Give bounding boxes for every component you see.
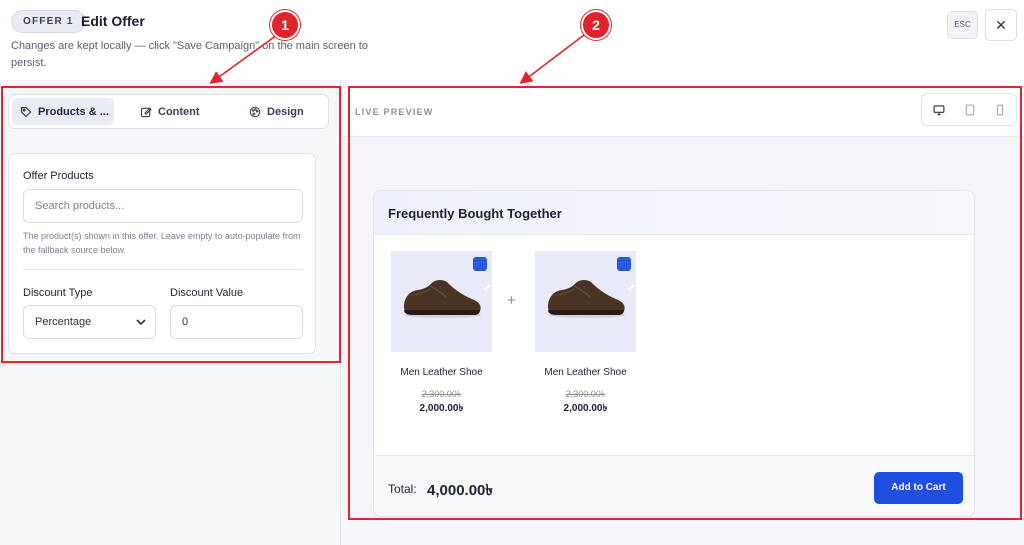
annotation-marker-2: 2 [581, 10, 611, 40]
close-button[interactable]: ✕ [985, 9, 1017, 41]
modal-header: OFFER 1 Edit Offer Changes are kept loca… [0, 0, 1024, 80]
esc-button[interactable]: ESC [947, 11, 978, 39]
page-title: Edit Offer [81, 13, 145, 29]
annotation-box-1 [1, 86, 341, 363]
annotation-marker-1: 1 [270, 10, 300, 40]
offer-badge: OFFER 1 [11, 10, 86, 33]
subtitle: Changes are kept locally — click "Save C… [11, 40, 368, 69]
annotation-box-2 [348, 86, 1022, 520]
close-icon: ✕ [995, 17, 1007, 33]
